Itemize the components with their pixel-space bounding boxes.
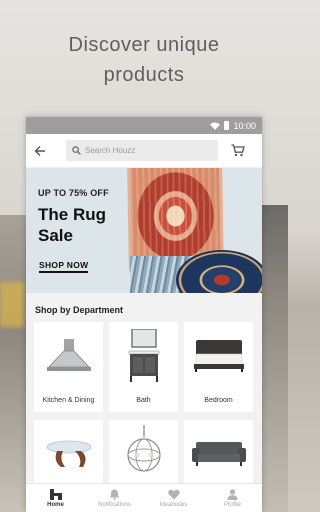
- search-input[interactable]: Search Houzz: [66, 140, 218, 161]
- background-accent: [0, 282, 24, 327]
- status-bar: 10:00: [26, 117, 262, 134]
- wifi-icon: [210, 122, 221, 130]
- shop-by-department: Shop by Department Kitchen & Dining Bath…: [26, 293, 262, 512]
- department-tile-furniture[interactable]: [184, 420, 253, 490]
- search-icon: [72, 146, 81, 155]
- department-tile-lighting[interactable]: [109, 420, 178, 490]
- section-title: Shop by Department: [35, 305, 124, 315]
- nav-label: Profile: [223, 501, 241, 508]
- department-label: Bath: [136, 397, 151, 404]
- nav-label: Notifications: [98, 501, 131, 508]
- bell-icon: [109, 489, 120, 500]
- shop-now-link[interactable]: SHOP NOW: [39, 260, 89, 273]
- back-arrow-icon[interactable]: [34, 142, 52, 160]
- app-bar: Search Houzz: [26, 134, 262, 168]
- cart-icon[interactable]: [231, 142, 249, 160]
- promo-title: The Rug Sale: [38, 205, 106, 245]
- headline: Discover unique products: [0, 30, 288, 90]
- nav-profile[interactable]: Profile: [203, 484, 262, 512]
- bottom-navigation: Home Notifications Ideabooks Profile: [26, 483, 262, 512]
- home-icon: [49, 488, 62, 500]
- sofa-icon: [184, 426, 253, 482]
- battery-icon: [224, 121, 230, 130]
- background-right: [258, 205, 288, 512]
- range-hood-icon: [34, 328, 103, 384]
- department-tile-bedroom[interactable]: Bedroom: [184, 322, 253, 412]
- nav-label: Home: [47, 501, 64, 508]
- chandelier-icon: [109, 423, 178, 479]
- bed-icon: [184, 328, 253, 384]
- bath-vanity-icon: [109, 328, 178, 384]
- headline-line1: Discover unique: [68, 34, 220, 56]
- department-tile-bath[interactable]: Bath: [109, 322, 178, 412]
- phone-screen: 10:00 Search Houzz UP TO 75% OFF The Rug…: [26, 117, 262, 512]
- nav-home[interactable]: Home: [26, 484, 85, 512]
- department-label: Kitchen & Dining: [42, 397, 95, 404]
- promo-banner[interactable]: UP TO 75% OFF The Rug Sale SHOP NOW: [26, 168, 262, 293]
- heart-icon: [167, 489, 180, 499]
- department-tile-kitchen[interactable]: Kitchen & Dining: [34, 322, 103, 412]
- status-time: 10:00: [233, 120, 256, 131]
- coffee-table-icon: [34, 426, 103, 482]
- promo-discount: UP TO 75% OFF: [38, 188, 109, 198]
- department-tile-living[interactable]: [34, 420, 103, 490]
- headline-line2: products: [103, 64, 185, 86]
- nav-ideabooks[interactable]: Ideabooks: [144, 484, 203, 512]
- search-placeholder: Search Houzz: [85, 146, 136, 155]
- nav-label: Ideabooks: [159, 501, 188, 508]
- person-icon: [227, 488, 238, 500]
- department-label: Bedroom: [204, 397, 233, 404]
- nav-notifications[interactable]: Notifications: [85, 484, 144, 512]
